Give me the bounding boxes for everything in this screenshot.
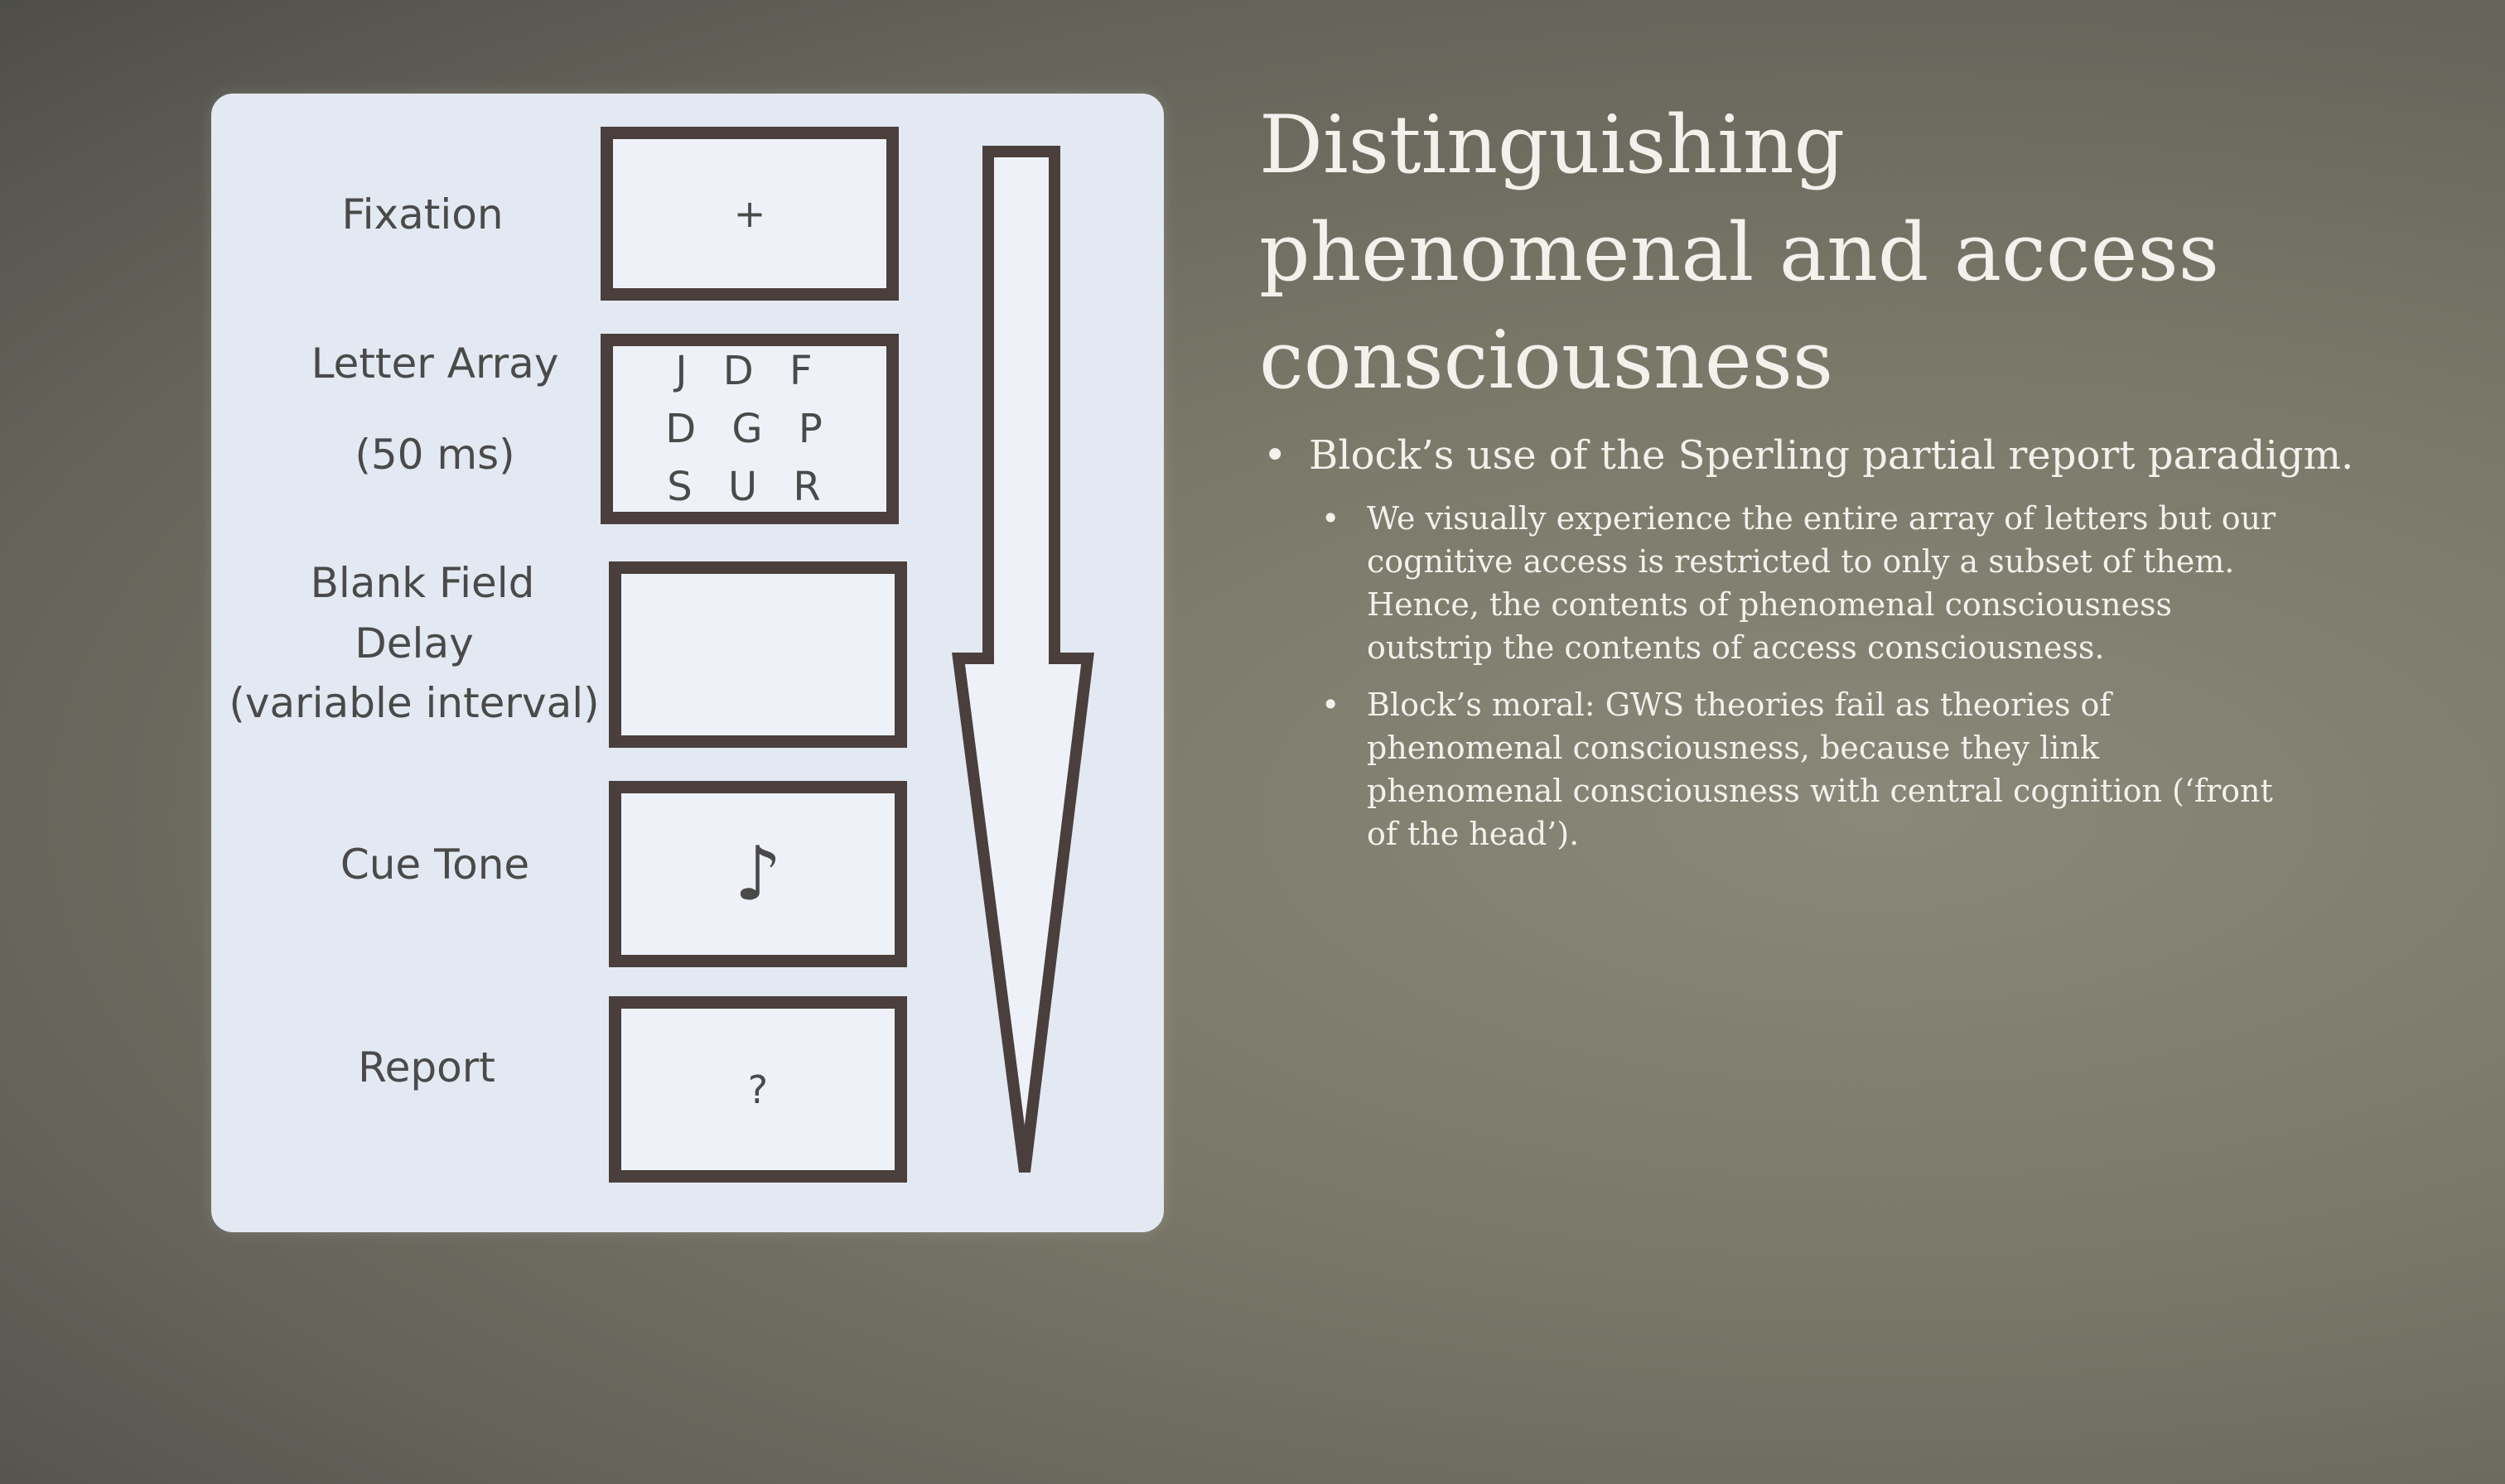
stage-label-fixation: Fixation — [341, 190, 504, 238]
sub-bullet: • Block’s moral: GWS theories fail as th… — [1321, 683, 2278, 855]
stage-label-letter-array: Letter Array — [311, 340, 559, 388]
bullet-dot: • — [1321, 500, 1340, 537]
sub-bullet: • We visually experience the entire arra… — [1321, 497, 2278, 669]
letter-row: S U R — [667, 464, 833, 510]
stage-box-report: ? — [609, 996, 907, 1183]
stage-sublabel-letter-array: (50 ms) — [355, 431, 515, 479]
stage-box-letter-array: J D F D G P S U R — [601, 334, 899, 524]
slide-title-line: Distinguishing — [1259, 99, 1846, 191]
time-arrow-icon — [952, 146, 1094, 1173]
main-bullet: • Block’s use of the Sperling partial re… — [1263, 431, 2469, 480]
stage-sublabel-delay: Delay — [355, 619, 474, 667]
sub-bullet-text: We visually experience the entire array … — [1367, 500, 2276, 666]
letter-row: J D F — [675, 348, 824, 394]
stage-label-report: Report — [358, 1043, 495, 1091]
bullet-dot: • — [1263, 432, 1287, 479]
stage-label-blank-field: Blank Field — [310, 559, 535, 607]
stage-sublabel-interval: (variable interval) — [229, 679, 600, 727]
slide-title-line: phenomenal and access — [1259, 206, 2219, 299]
letter-row: D G P — [665, 406, 834, 452]
sub-bullet-text: Block’s moral: GWS theories fail as theo… — [1367, 687, 2273, 852]
stage-label-cue-tone: Cue Tone — [340, 841, 530, 889]
music-note-icon: ♪ — [734, 831, 782, 918]
main-bullet-text: Block’s use of the Sperling partial repo… — [1309, 432, 2354, 479]
slide-title-line: consciousness — [1259, 314, 1834, 407]
bullet-dot: • — [1321, 687, 1340, 723]
slide-text: Distinguishing phenomenal and access con… — [1259, 91, 2435, 852]
question-mark: ? — [747, 1067, 769, 1112]
fixation-cross: + — [733, 191, 766, 236]
stage-box-cue-tone: ♪ — [609, 781, 907, 967]
stage-box-blank-field — [609, 561, 907, 748]
stage-box-fixation: + — [601, 127, 899, 301]
